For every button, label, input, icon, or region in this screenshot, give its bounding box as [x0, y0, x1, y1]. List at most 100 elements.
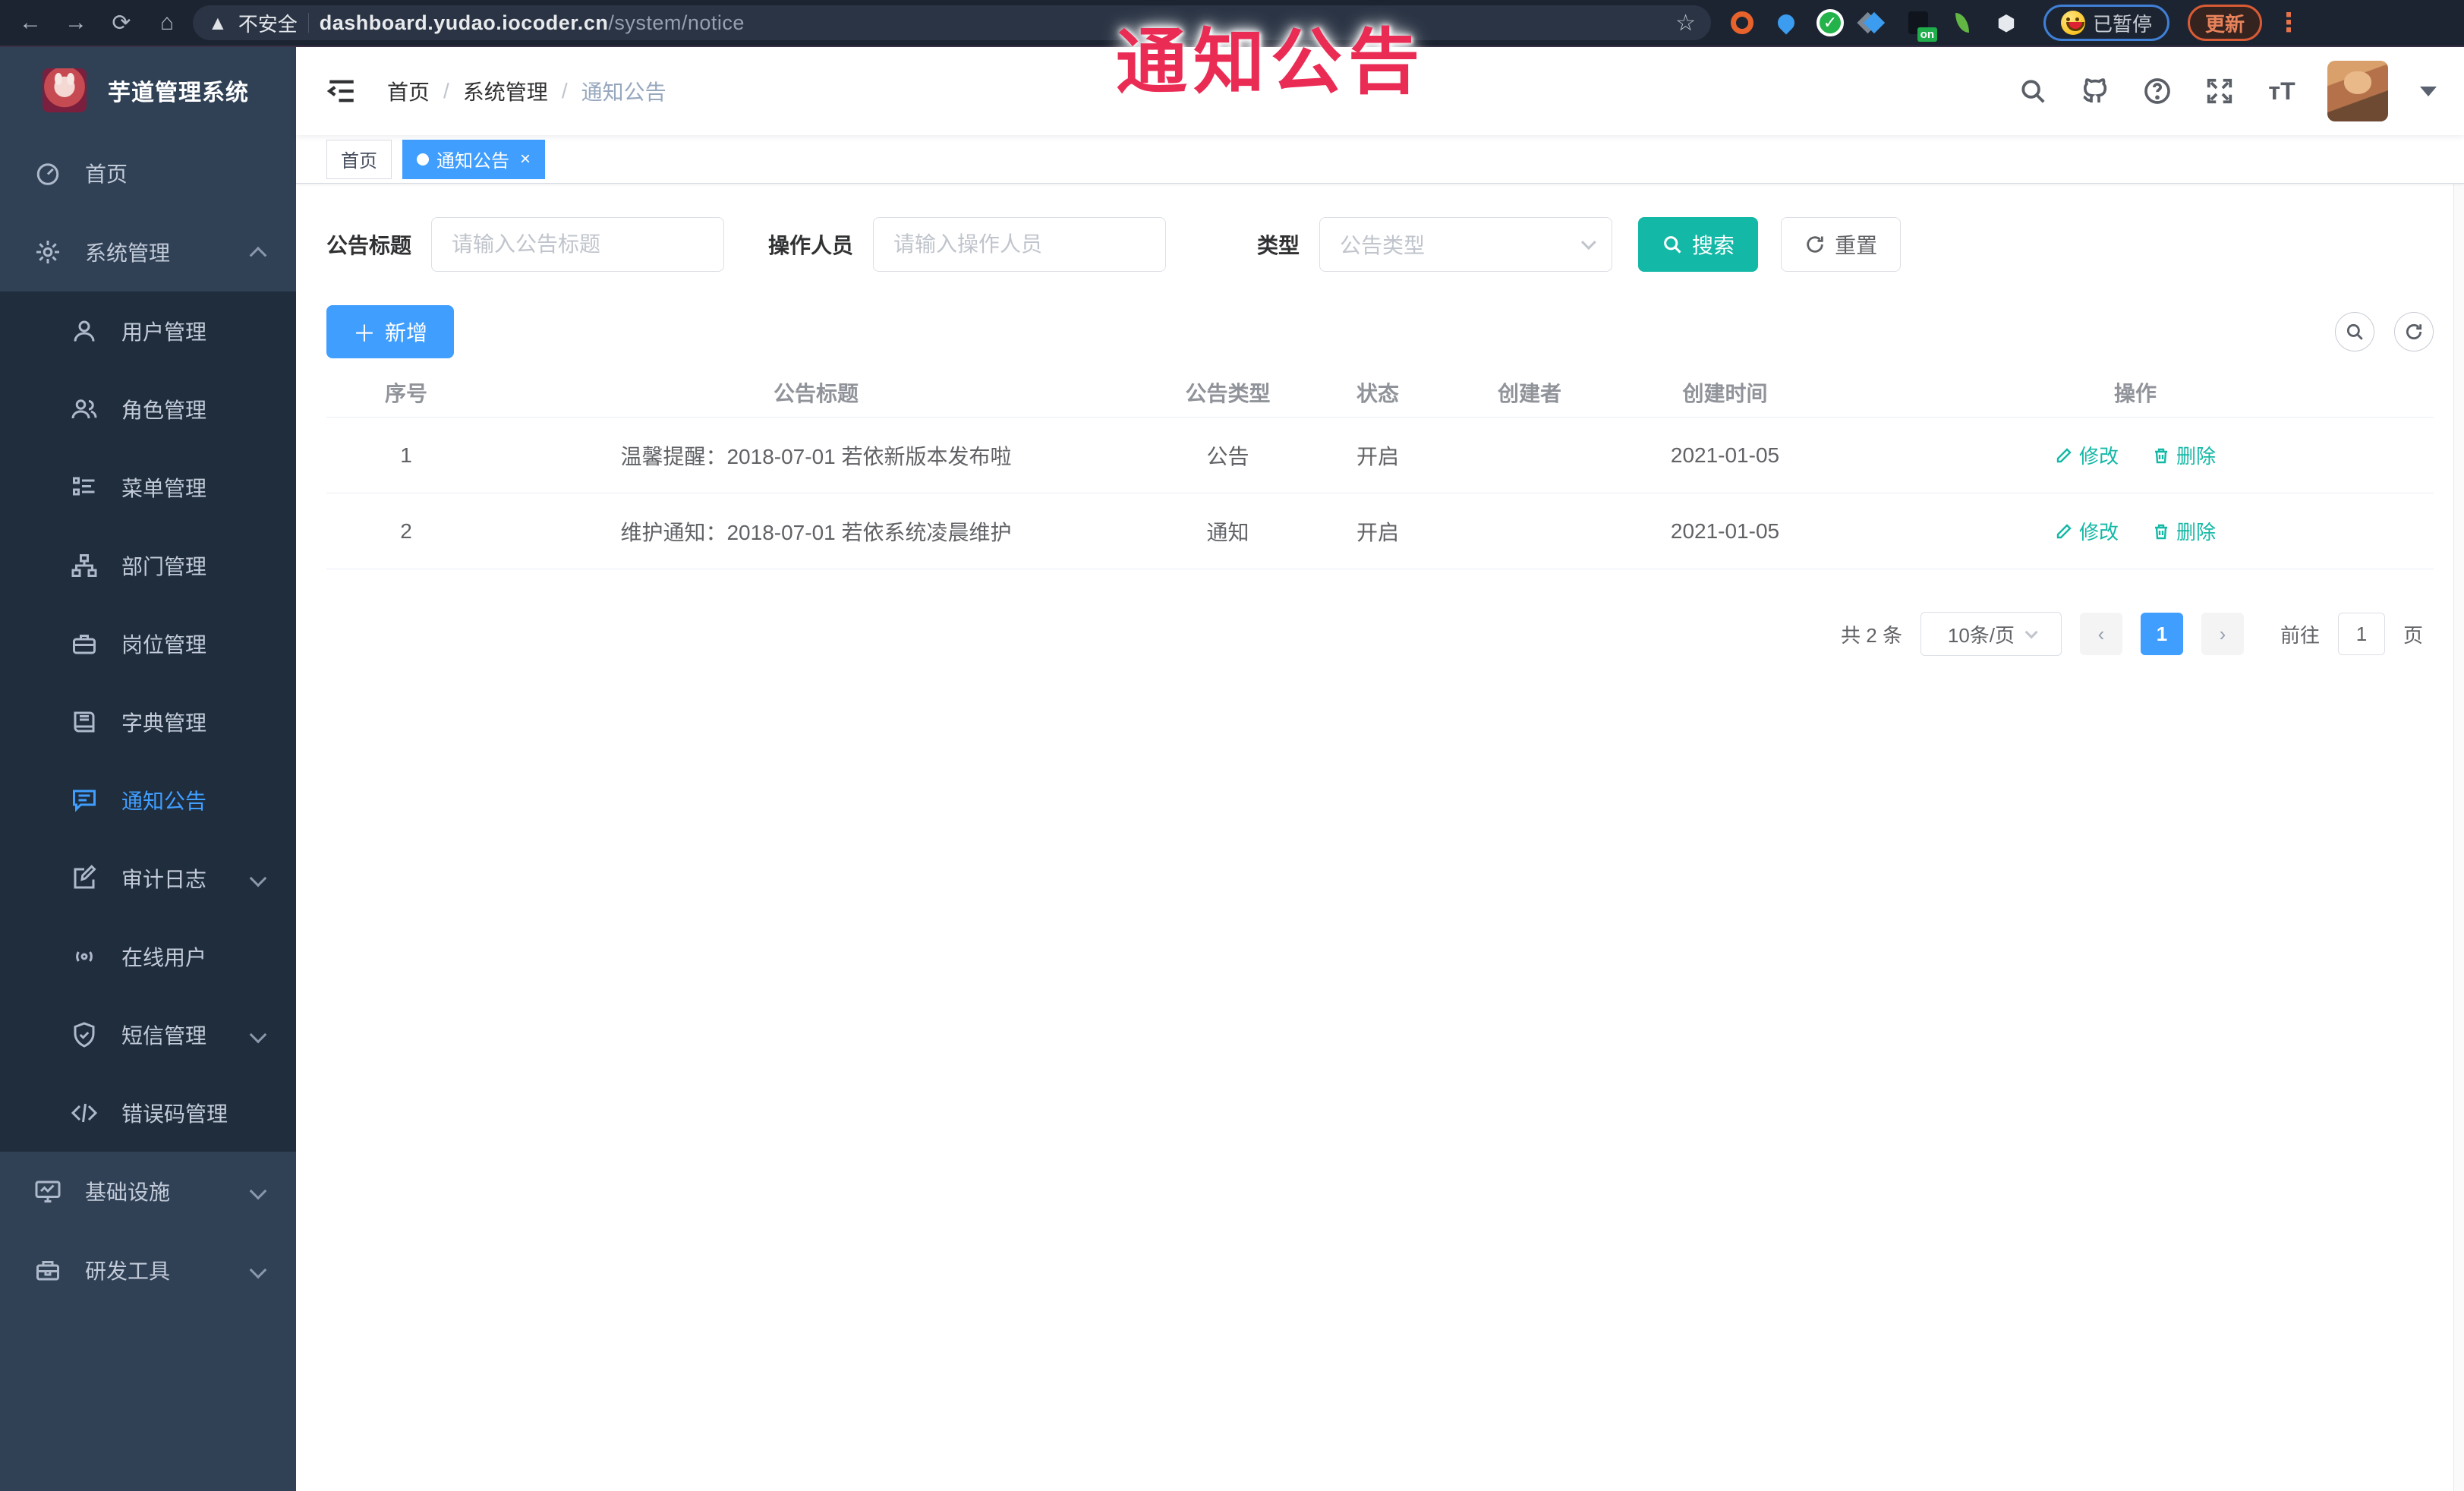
address-divider — [307, 13, 309, 33]
table-row: 2 维护通知：2018-07-01 若依系统凌晨维护 通知 开启 2021-01… — [326, 493, 2434, 569]
filter-title-label: 公告标题 — [326, 234, 412, 257]
hamburger-icon[interactable] — [323, 73, 360, 109]
extension-leaf-icon[interactable] — [1948, 8, 1977, 37]
fullscreen-icon[interactable] — [2203, 74, 2236, 108]
avatar[interactable] — [2327, 61, 2388, 121]
sidebar-item-error-codes[interactable]: 错误码管理 — [0, 1073, 296, 1152]
extension-diamond-icon[interactable] — [1860, 8, 1889, 37]
filter-form: 公告标题 操作人员 类型 公告类型 搜索 重置 — [326, 217, 2434, 272]
header-creator: 创建者 — [1497, 381, 1561, 405]
sidebar-menu: 首页 系统管理 用户管理 角色管理 菜单管理 部门管理 岗位管理 字典管理 通知… — [0, 134, 296, 1491]
forward-icon[interactable]: → — [56, 3, 96, 43]
sidebar: 芋道管理系统 首页 系统管理 用户管理 角色管理 菜单管理 部门管理 岗位管理 … — [0, 47, 296, 1491]
sidebar-item-dictionary[interactable]: 字典管理 — [0, 682, 296, 761]
close-tab-icon[interactable]: × — [520, 149, 531, 170]
prev-page-button[interactable]: ‹ — [2079, 613, 2122, 655]
reload-icon[interactable]: ⟳ — [102, 3, 141, 43]
reset-button[interactable]: 重置 — [1781, 217, 1902, 272]
page-size-select[interactable]: 10条/页 — [1920, 612, 2062, 656]
filter-type-label: 类型 — [1257, 234, 1300, 257]
address-bar[interactable]: ▲ 不安全 dashboard.yudao.iocoder.cn/system/… — [193, 5, 1711, 40]
delete-button[interactable]: 删除 — [2152, 517, 2216, 545]
bookmark-star-icon[interactable]: ☆ — [1675, 10, 1696, 36]
users-icon — [70, 395, 99, 424]
page-number-button[interactable]: 1 — [2140, 613, 2183, 655]
sidebar-item-menus[interactable]: 菜单管理 — [0, 448, 296, 526]
update-button[interactable]: 更新 — [2188, 5, 2263, 41]
search-button[interactable]: 搜索 — [1638, 217, 1759, 272]
sidebar-item-users[interactable]: 用户管理 — [0, 292, 296, 370]
extension-check-icon[interactable]: ✓ — [1816, 8, 1845, 37]
edit-button[interactable]: 修改 — [2055, 441, 2119, 469]
github-icon[interactable] — [2078, 74, 2112, 108]
refresh-table-button[interactable] — [2394, 312, 2434, 351]
notice-type-select[interactable]: 公告类型 — [1319, 217, 1613, 272]
chevron-down-icon — [249, 1182, 267, 1200]
search-icon — [2346, 323, 2363, 340]
code-icon — [70, 1099, 99, 1127]
browser-menu-dots-icon[interactable]: ⋮ — [2276, 8, 2302, 38]
app-logo-row[interactable]: 芋道管理系统 — [0, 47, 296, 134]
sidebar-item-sms[interactable]: 短信管理 — [0, 995, 296, 1073]
delete-button[interactable]: 删除 — [2152, 441, 2216, 469]
app-title: 芋道管理系统 — [108, 80, 249, 106]
add-button[interactable]: ＋ 新增 — [326, 305, 455, 358]
search-icon[interactable] — [2016, 74, 2050, 108]
back-icon[interactable]: ← — [11, 3, 50, 43]
pagination-total: 共 2 条 — [1841, 623, 1902, 647]
monitor-chart-icon — [33, 1177, 62, 1206]
refresh-icon — [2406, 323, 2422, 340]
tab-home[interactable]: 首页 — [326, 139, 392, 179]
notices-table: 序号 公告标题 公告类型 状态 创建者 创建时间 操作 1 温馨提醒：2018-… — [326, 367, 2434, 569]
sidebar-item-system[interactable]: 系统管理 — [0, 213, 296, 292]
operator-input[interactable] — [873, 217, 1167, 272]
header-actions: 操作 — [2113, 381, 2157, 405]
filter-operator-label: 操作人员 — [768, 234, 854, 257]
sidebar-item-audit-log[interactable]: 审计日志 — [0, 839, 296, 917]
help-icon[interactable] — [2141, 74, 2174, 108]
chevron-down-icon — [249, 869, 267, 887]
table-toolbar: ＋ 新增 — [326, 305, 2434, 358]
breadcrumb: 首页 / 系统管理 / 通知公告 — [387, 76, 666, 106]
next-page-button[interactable]: › — [2201, 613, 2244, 655]
goto-label: 前往 — [2280, 623, 2320, 647]
extension-database-icon[interactable]: on — [1904, 8, 1937, 42]
tags-view-bar: 首页 通知公告 × — [296, 135, 2464, 184]
chat-bubble-icon — [70, 786, 99, 815]
sidebar-item-home[interactable]: 首页 — [0, 134, 296, 213]
home-icon[interactable]: ⌂ — [147, 3, 187, 43]
tab-notices[interactable]: 通知公告 × — [402, 139, 546, 179]
chevron-down-icon — [249, 1026, 267, 1043]
active-dot — [417, 153, 429, 165]
sidebar-item-notices[interactable]: 通知公告 — [0, 761, 296, 839]
refresh-icon — [1807, 236, 1823, 253]
extension-ring-icon[interactable] — [1728, 8, 1757, 37]
breadcrumb-system[interactable]: 系统管理 — [463, 76, 548, 106]
breadcrumb-home[interactable]: 首页 — [387, 76, 430, 106]
header-no: 序号 — [384, 381, 427, 405]
font-size-icon[interactable]: ᴛT — [2265, 74, 2299, 108]
scrollbar[interactable] — [2453, 47, 2464, 1491]
extensions-puzzle-icon[interactable]: ⬢ — [1992, 8, 2021, 37]
url-text[interactable]: dashboard.yudao.iocoder.cn/system/notice — [320, 11, 745, 35]
sidebar-item-posts[interactable]: 岗位管理 — [0, 604, 296, 682]
notice-title-input[interactable] — [431, 217, 725, 272]
edit-icon — [2056, 447, 2072, 462]
dashboard-icon — [33, 159, 62, 188]
sidebar-item-dev-tools[interactable]: 研发工具 — [0, 1231, 296, 1310]
caret-down-icon[interactable] — [2420, 86, 2437, 96]
sidebar-item-online-users[interactable]: 在线用户 — [0, 917, 296, 995]
toolbox-icon — [33, 1256, 62, 1285]
goto-page-input[interactable] — [2337, 613, 2385, 655]
page-content: 公告标题 操作人员 类型 公告类型 搜索 重置 — [296, 184, 2464, 1491]
chevron-down-icon — [1580, 235, 1596, 251]
edit-button[interactable]: 修改 — [2055, 517, 2119, 545]
security-label[interactable]: 不安全 — [238, 9, 298, 37]
sidebar-item-roles[interactable]: 角色管理 — [0, 370, 296, 448]
paused-badge[interactable]: 已暂停 — [2043, 5, 2170, 41]
edit-square-icon — [70, 864, 99, 893]
sidebar-item-infrastructure[interactable]: 基础设施 — [0, 1152, 296, 1231]
extension-drop-icon[interactable] — [1772, 8, 1801, 37]
toggle-search-button[interactable] — [2335, 312, 2374, 351]
sidebar-item-departments[interactable]: 部门管理 — [0, 526, 296, 604]
